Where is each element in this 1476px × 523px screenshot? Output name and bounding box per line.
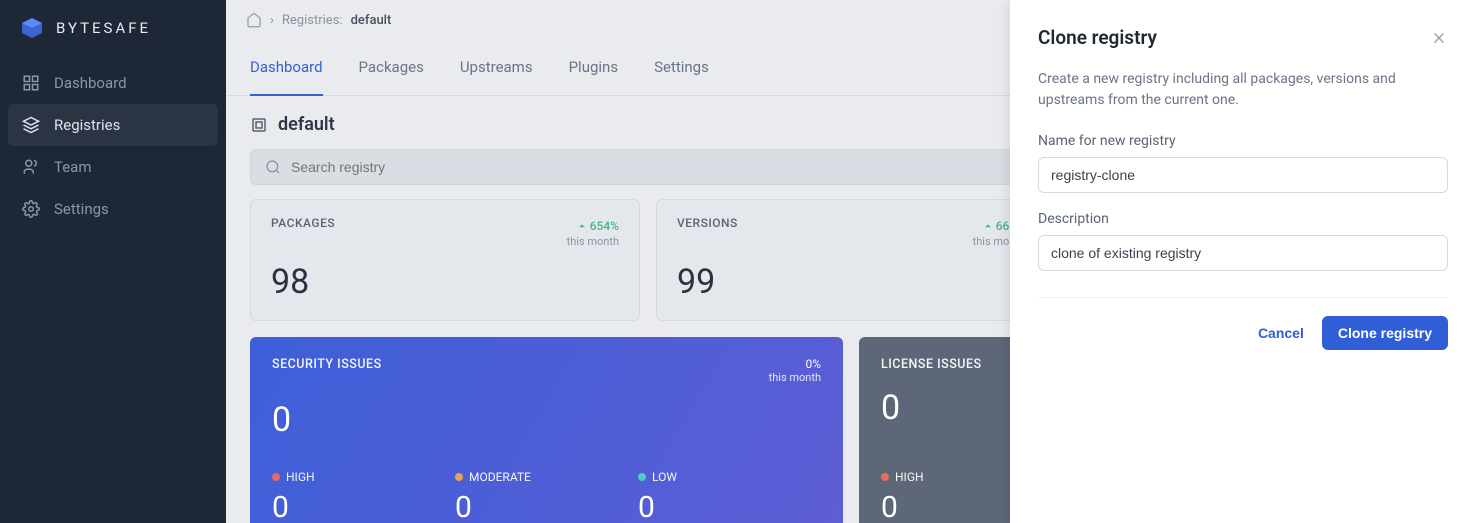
sidebar-nav: Dashboard Registries Team Settings	[0, 56, 226, 236]
security-trend: 0%	[769, 357, 821, 371]
panel-divider	[1038, 297, 1448, 298]
sidebar-item-label: Registries	[54, 116, 120, 134]
registry-icon	[250, 116, 268, 134]
panel-title: Clone registry	[1038, 26, 1157, 49]
breadcrumb-label[interactable]: Registries:	[282, 13, 343, 28]
description-field-label: Description	[1038, 211, 1448, 227]
dot-low-icon	[638, 473, 646, 481]
chevron-right-icon: ›	[270, 13, 274, 28]
breadcrumb-current: default	[351, 13, 392, 28]
close-icon[interactable]	[1430, 29, 1448, 47]
brand-logo[interactable]: BYTESAFE	[0, 0, 226, 56]
tab-packages[interactable]: Packages	[359, 40, 424, 95]
packages-label: PACKAGES	[271, 216, 335, 230]
tab-settings[interactable]: Settings	[654, 40, 709, 95]
dot-moderate-icon	[455, 473, 463, 481]
layers-icon	[22, 116, 40, 134]
security-value: 0	[272, 400, 821, 440]
sec-low-val: 0	[638, 490, 821, 523]
page-title-text: default	[278, 114, 335, 135]
packages-trend-sub: this month	[567, 235, 619, 248]
security-issues-card: SECURITY ISSUES 0% this month 0 HIGH 0 M…	[250, 337, 843, 523]
lic-high-label: HIGH	[895, 470, 924, 484]
registry-name-input[interactable]	[1038, 157, 1448, 193]
security-label: SECURITY ISSUES	[272, 357, 382, 384]
packages-value: 98	[271, 262, 619, 302]
versions-label: VERSIONS	[677, 216, 738, 230]
trend-up-icon	[983, 221, 993, 231]
packages-trend: 654%	[577, 219, 619, 233]
packages-card: PACKAGES 654% this month 98	[250, 199, 640, 321]
sec-low-label: LOW	[652, 470, 677, 484]
trend-up-icon	[577, 221, 587, 231]
home-icon[interactable]	[246, 12, 262, 28]
security-trend-sub: this month	[769, 371, 821, 384]
clone-registry-button[interactable]: Clone registry	[1322, 316, 1448, 350]
clone-registry-panel: Clone registry Create a new registry inc…	[1010, 0, 1476, 523]
team-icon	[22, 158, 40, 176]
sidebar-item-dashboard[interactable]: Dashboard	[8, 62, 218, 104]
cancel-button[interactable]: Cancel	[1258, 325, 1304, 341]
sec-high-label: HIGH	[286, 470, 315, 484]
versions-value: 99	[677, 262, 1025, 302]
sidebar-item-registries[interactable]: Registries	[8, 104, 218, 146]
sidebar-item-settings[interactable]: Settings	[8, 188, 218, 230]
registry-description-input[interactable]	[1038, 235, 1448, 271]
sec-mod-label: MODERATE	[469, 470, 531, 484]
sidebar-item-label: Team	[54, 158, 92, 176]
versions-card: VERSIONS 662% this month 99	[656, 199, 1046, 321]
name-field-label: Name for new registry	[1038, 133, 1448, 149]
dashboard-icon	[22, 74, 40, 92]
sidebar: BYTESAFE Dashboard Registries Team Setti…	[0, 0, 226, 523]
sec-high-val: 0	[272, 490, 455, 523]
gear-icon	[22, 200, 40, 218]
bytesafe-logo-icon	[20, 16, 44, 40]
dot-high-icon	[881, 473, 889, 481]
sidebar-item-label: Dashboard	[54, 74, 127, 92]
tab-upstreams[interactable]: Upstreams	[460, 40, 533, 95]
license-label: LICENSE ISSUES	[881, 357, 982, 372]
panel-description: Create a new registry including all pack…	[1038, 69, 1448, 111]
search-icon	[265, 159, 281, 175]
tab-plugins[interactable]: Plugins	[569, 40, 618, 95]
sidebar-item-label: Settings	[54, 200, 109, 218]
sidebar-item-team[interactable]: Team	[8, 146, 218, 188]
brand-text: BYTESAFE	[56, 19, 151, 37]
sec-mod-val: 0	[455, 490, 638, 523]
dot-high-icon	[272, 473, 280, 481]
tab-dashboard[interactable]: Dashboard	[250, 40, 323, 96]
